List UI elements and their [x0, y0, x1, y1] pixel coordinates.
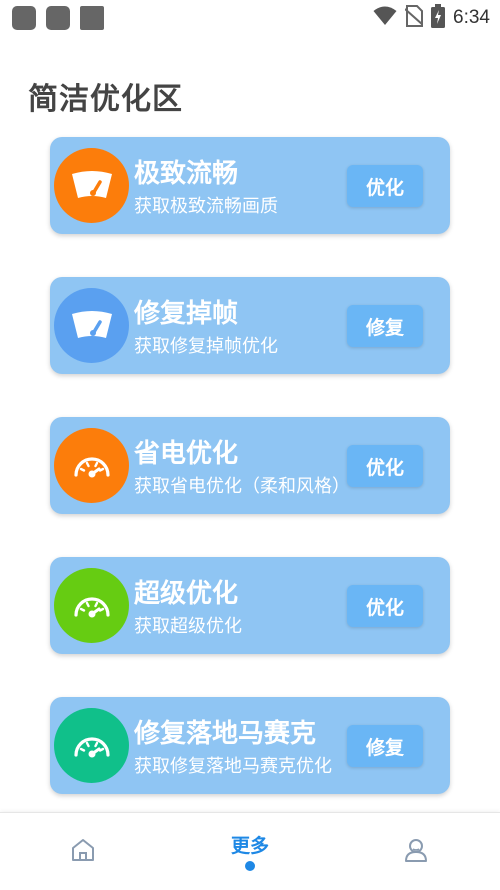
- gauge-icon: [54, 428, 129, 503]
- nav-item-home[interactable]: [23, 813, 143, 890]
- card-title: 超级优化: [134, 579, 239, 609]
- optimization-card: 极致流畅 获取极致流畅画质 优化: [50, 137, 450, 234]
- optimize-button[interactable]: 优化: [347, 585, 423, 627]
- wifi-icon: [373, 6, 397, 30]
- optimize-button[interactable]: 优化: [347, 445, 423, 487]
- notification-icon: [46, 6, 70, 30]
- battery-charging-icon: [431, 4, 446, 32]
- optimization-card: 修复掉帧 获取修复掉帧优化 修复: [50, 277, 450, 374]
- home-icon: [70, 837, 96, 867]
- card-subtitle: 获取修复落地马赛克优化: [134, 756, 332, 777]
- repair-button[interactable]: 修复: [347, 305, 423, 347]
- bottom-nav: 更多: [0, 812, 500, 890]
- profile-icon: [403, 837, 429, 867]
- optimization-card: 超级优化 获取超级优化 优化: [50, 557, 450, 654]
- card-title: 修复落地马赛克: [134, 719, 317, 749]
- active-indicator: [245, 861, 255, 871]
- notification-icon: [12, 6, 36, 30]
- no-sim-icon: [404, 5, 424, 31]
- gauge-icon: [54, 568, 129, 643]
- page-title: 简洁优化区: [28, 82, 183, 117]
- repair-button[interactable]: 修复: [347, 725, 423, 767]
- card-subtitle: 获取超级优化: [134, 616, 242, 637]
- card-subtitle: 获取修复掉帧优化: [134, 336, 278, 357]
- speedometer-icon: [54, 288, 129, 363]
- status-bar: 6:34: [0, 0, 500, 36]
- card-title: 省电优化: [134, 439, 239, 469]
- optimization-card: 修复落地马赛克 获取修复落地马赛克优化 修复: [50, 697, 450, 794]
- nav-item-profile[interactable]: [356, 813, 476, 890]
- gauge-icon: [54, 708, 129, 783]
- nav-more-label: 更多: [230, 835, 269, 857]
- speedometer-icon: [54, 148, 129, 223]
- card-subtitle: 获取极致流畅画质: [134, 196, 278, 217]
- nav-item-more[interactable]: 更多: [190, 813, 310, 890]
- card-title: 修复掉帧: [134, 299, 239, 329]
- status-time: 6:34: [453, 7, 490, 28]
- optimization-card: 省电优化 获取省电优化（柔和风格） 优化: [50, 417, 450, 514]
- optimize-button[interactable]: 优化: [347, 165, 423, 207]
- notification-icon: [80, 6, 104, 30]
- card-title: 极致流畅: [134, 159, 239, 189]
- card-subtitle: 获取省电优化（柔和风格）: [134, 476, 350, 497]
